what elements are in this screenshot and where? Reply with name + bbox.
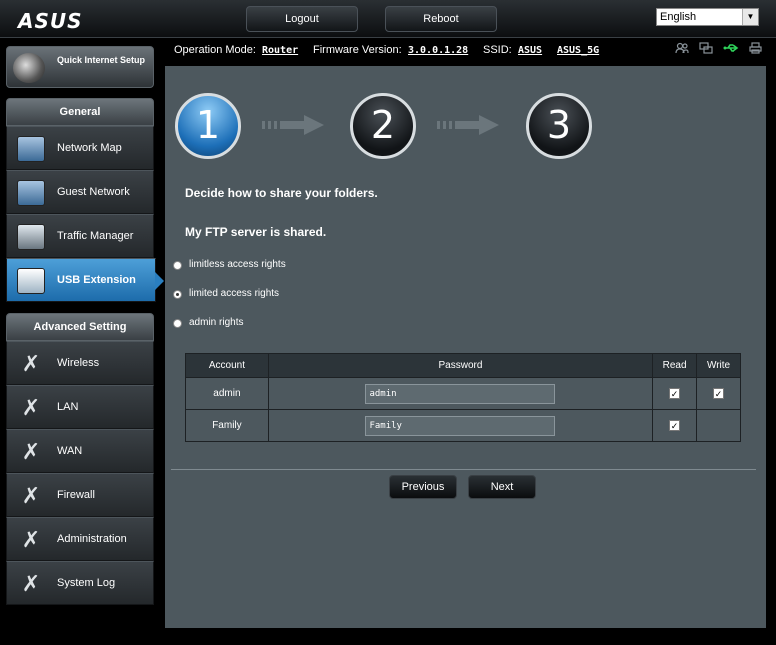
account-cell: admin <box>185 377 269 410</box>
guest-network-icon <box>17 180 45 206</box>
printer-icon[interactable] <box>747 42 763 56</box>
sidebar-item-administration[interactable]: ✗ Administration <box>6 517 154 561</box>
chevron-down-icon: ▼ <box>742 9 758 25</box>
sidebar-item-lan[interactable]: ✗ LAN <box>6 385 154 429</box>
sidebar-item-label: Network Map <box>57 142 122 154</box>
sidebar-item-firewall[interactable]: ✗ Firewall <box>6 473 154 517</box>
read-checkbox[interactable]: ✓ <box>669 419 681 431</box>
wrench-icon: ✗ <box>21 439 41 464</box>
sidebar-item-label: Wireless <box>57 357 100 369</box>
radio-button[interactable] <box>173 290 182 299</box>
ssid-label: SSID: <box>483 44 512 56</box>
table-row: Family ✓ <box>185 409 741 442</box>
sidebar-item-label: Firewall <box>57 489 95 501</box>
account-cell: Family <box>185 409 269 442</box>
sidebar-item-label: LAN <box>57 401 79 413</box>
sidebar-item-system-log[interactable]: ✗ System Log <box>6 561 154 605</box>
wizard-subheading: My FTP server is shared. <box>185 225 327 239</box>
wrench-icon: ✗ <box>21 483 41 508</box>
advanced-section-header: Advanced Setting <box>6 313 154 341</box>
column-header-account: Account <box>185 353 269 378</box>
usb-icon[interactable] <box>723 42 739 56</box>
read-checkbox[interactable]: ✓ <box>669 387 681 399</box>
sidebar-item-traffic-manager[interactable]: Traffic Manager <box>6 214 154 258</box>
sidebar-item-label: USB Extension <box>57 274 136 286</box>
step-arrow-icon <box>437 115 499 135</box>
password-cell <box>267 409 654 442</box>
status-icons <box>674 42 764 58</box>
sidebar-item-label: Traffic Manager <box>57 230 134 242</box>
sidebar-item-label: Guest Network <box>57 186 130 198</box>
account-table: Account Password Read Write admin ✓ ✓ Fa… <box>185 353 741 442</box>
sidebar-item-network-map[interactable]: Network Map <box>6 126 154 170</box>
radio-label: admin rights <box>189 317 244 328</box>
write-cell: ✓ <box>696 377 741 410</box>
table-header-row: Account Password Read Write <box>185 353 741 378</box>
top-bar: ASUS Logout Reboot English ▼ <box>0 0 776 38</box>
radio-label: limitless access rights <box>189 259 286 270</box>
sidebar-item-wan[interactable]: ✗ WAN <box>6 429 154 473</box>
ssid-link-2[interactable]: ASUS_5G <box>557 45 599 56</box>
ssid-link-1[interactable]: ASUS <box>518 45 542 56</box>
sidebar-item-label: WAN <box>57 445 83 457</box>
sidebar-item-label: System Log <box>57 577 116 589</box>
column-header-password: Password <box>267 353 654 378</box>
password-cell <box>267 377 654 410</box>
column-header-read: Read <box>652 353 698 378</box>
copy-icon[interactable] <box>698 42 714 56</box>
radio-label: limited access rights <box>189 288 280 299</box>
column-header-write: Write <box>696 353 741 378</box>
read-cell: ✓ <box>652 409 698 442</box>
operation-mode-link[interactable]: Router <box>262 45 298 56</box>
language-select[interactable]: English ▼ <box>656 8 759 26</box>
firmware-label: Firmware Version: <box>313 44 402 56</box>
wizard-heading: Decide how to share your folders. <box>185 186 378 200</box>
step-2-indicator: 2 <box>350 93 416 159</box>
previous-button[interactable]: Previous <box>389 475 457 499</box>
usb-extension-icon <box>17 268 45 294</box>
sidebar-item-label: Administration <box>57 533 127 545</box>
network-map-icon <box>17 136 45 162</box>
sidebar-item-usb-extension[interactable]: USB Extension <box>6 258 164 302</box>
step-1-indicator: 1 <box>175 93 241 159</box>
divider <box>171 469 756 470</box>
read-cell: ✓ <box>652 377 698 410</box>
sidebar-item-wireless[interactable]: ✗ Wireless <box>6 341 154 385</box>
sidebar-item-guest-network[interactable]: Guest Network <box>6 170 154 214</box>
next-button[interactable]: Next <box>468 475 536 499</box>
users-icon[interactable] <box>674 42 690 56</box>
table-row: admin ✓ ✓ <box>185 377 741 410</box>
general-section-header: General <box>6 98 154 126</box>
write-checkbox[interactable]: ✓ <box>713 387 725 399</box>
main-panel: 1 2 3 Decide how to share your folders. … <box>165 66 766 628</box>
asus-logo: ASUS <box>18 9 83 33</box>
wand-icon <box>13 53 45 83</box>
traffic-manager-icon <box>17 224 45 250</box>
operation-mode-label: Operation Mode: <box>174 44 256 56</box>
firmware-link[interactable]: 3.0.0.1.28 <box>408 45 468 56</box>
password-input[interactable] <box>365 383 556 404</box>
write-cell <box>696 409 741 442</box>
wrench-icon: ✗ <box>21 571 41 596</box>
language-value: English <box>660 11 697 23</box>
wrench-icon: ✗ <box>21 351 41 376</box>
password-input[interactable] <box>365 415 556 436</box>
wrench-icon: ✗ <box>21 527 41 552</box>
reboot-button[interactable]: Reboot <box>385 6 497 32</box>
radio-button[interactable] <box>173 261 182 270</box>
step-arrow-icon <box>262 115 324 135</box>
quick-internet-setup-button[interactable]: Quick Internet Setup <box>6 46 154 88</box>
step-3-indicator: 3 <box>526 93 592 159</box>
quick-setup-label: Quick Internet Setup <box>57 55 146 65</box>
logout-button[interactable]: Logout <box>246 6 358 32</box>
radio-button[interactable] <box>173 319 182 328</box>
wrench-icon: ✗ <box>21 395 41 420</box>
